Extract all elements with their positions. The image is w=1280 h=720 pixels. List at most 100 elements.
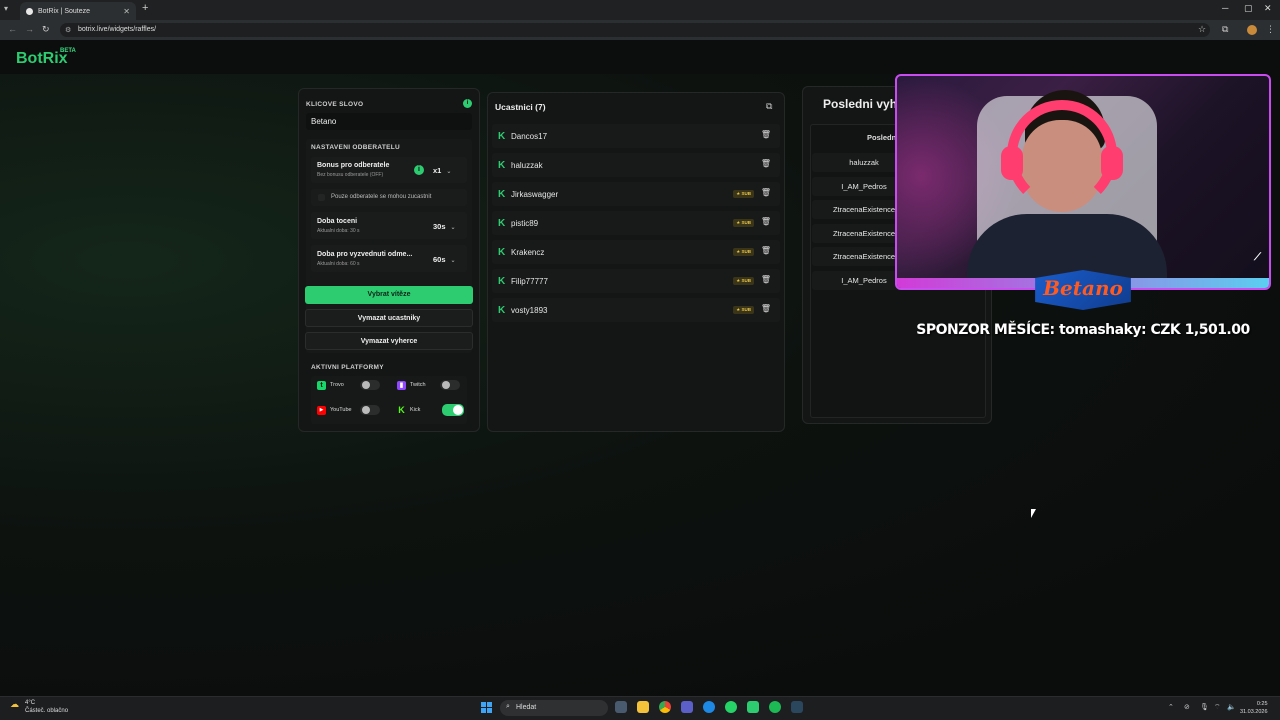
keyword-input[interactable]: Betano — [306, 113, 472, 130]
weather-temp: 4°C — [25, 700, 36, 706]
spin-time-title: Doba toceni — [317, 218, 358, 225]
wifi-icon[interactable]: ⌔ — [1214, 703, 1221, 712]
edge-icon[interactable] — [703, 701, 715, 713]
url-field[interactable]: ⚙ botrix.live/widgets/raffles/ — [60, 23, 1210, 37]
reload-icon[interactable]: ↻ — [42, 24, 50, 35]
sub-badge: ★ SUB — [733, 277, 754, 285]
profile-avatar[interactable] — [1247, 25, 1257, 35]
platform-twitch-label: Twitch — [410, 382, 426, 388]
new-tab-button[interactable]: + — [142, 2, 148, 14]
sub-badge: ★ SUB — [733, 219, 754, 227]
volume-icon[interactable]: 🔈 — [1227, 703, 1236, 711]
overlay-corner-logo: ⟋ — [1254, 252, 1261, 263]
pick-winner-button[interactable]: Vybrat vítěze — [305, 286, 473, 304]
site-header — [0, 40, 1280, 74]
kick-icon: K — [498, 218, 506, 229]
kick-icon: K — [498, 276, 506, 287]
kick-icon: K — [498, 305, 506, 316]
whatsapp-icon[interactable] — [725, 701, 737, 713]
mic-icon[interactable]: 🎙 — [1200, 703, 1209, 711]
bonus-subtitle: Bez bonusu odberatele (OFF) — [317, 172, 384, 178]
search-placeholder: Hledat — [516, 704, 537, 711]
close-window-button[interactable]: ✕ — [1264, 3, 1272, 14]
spin-time-value: 30s — [433, 222, 446, 231]
taskbar-search[interactable]: ⌕ Hledat — [500, 700, 608, 716]
chrome-icon[interactable] — [659, 701, 671, 713]
youtube-toggle[interactable] — [360, 405, 380, 415]
network-off-icon[interactable]: ⊘ — [1184, 703, 1190, 711]
chevron-down-icon: ⌄ — [450, 225, 456, 231]
minimize-button[interactable]: ─ — [1222, 3, 1228, 13]
claim-time-select[interactable]: 60s ⌄ — [433, 255, 456, 264]
search-icon: ⌕ — [506, 703, 510, 710]
participant-name: pistic89 — [511, 219, 539, 228]
system-clock[interactable]: 0:25 31.03.2026 — [1240, 700, 1268, 716]
claim-time-title: Doba pro vyzvednuti odme... — [317, 251, 413, 258]
bookmark-star-icon[interactable]: ☆ — [1198, 24, 1206, 35]
site-info-icon[interactable]: ⚙ — [65, 26, 71, 34]
webcam-overlay: ⟋ — [895, 74, 1271, 290]
browser-tab[interactable]: BotRix | Souteze ✕ — [20, 2, 136, 20]
participant-row: K vosty1893 ★ SUB 🗑 — [492, 298, 780, 322]
sub-badge: ★ SUB — [733, 306, 754, 314]
maximize-button[interactable]: ▢ — [1244, 3, 1253, 14]
start-button[interactable] — [481, 702, 492, 713]
back-icon[interactable]: ← — [8, 24, 17, 34]
bonus-select-value: x1 — [433, 166, 442, 175]
participants-title: Ucastnici (7) — [495, 102, 546, 112]
tray-chevron-icon[interactable]: ⌃ — [1168, 703, 1174, 711]
weather-desc: Částeč. oblačno — [25, 708, 69, 714]
participant-row: K haluzzak 🗑 — [492, 153, 780, 177]
toggle-knob — [453, 405, 463, 415]
participant-row: K Dancos17 🗑 — [492, 124, 780, 148]
trash-icon[interactable]: 🗑 — [761, 188, 771, 197]
participant-row: K Filip77777 ★ SUB 🗑 — [492, 269, 780, 293]
participant-name: Krakencz — [511, 248, 545, 257]
twitch-toggle[interactable] — [440, 380, 460, 390]
forward-icon[interactable]: → — [25, 24, 34, 34]
headphone-left — [1001, 146, 1023, 180]
trash-icon[interactable]: 🗑 — [761, 304, 771, 313]
spin-time-select[interactable]: 30s ⌄ — [433, 222, 456, 231]
bonus-select[interactable]: x1 ⌄ — [433, 166, 451, 175]
spotify-icon[interactable] — [769, 701, 781, 713]
task-view-icon[interactable] — [615, 701, 627, 713]
youtube-icon: ▶ — [317, 405, 326, 415]
kick-icon: K — [498, 160, 506, 171]
clock-date: 31.03.2026 — [1240, 709, 1268, 715]
kick-toggle[interactable] — [442, 404, 464, 416]
chevron-down-icon: ⌄ — [450, 258, 456, 264]
trash-icon[interactable]: 🗑 — [761, 217, 771, 226]
kick-icon: K — [498, 131, 506, 142]
tab-close-icon[interactable]: ✕ — [123, 7, 130, 16]
headphone-right — [1101, 146, 1123, 180]
steam-icon[interactable] — [791, 701, 803, 713]
trovo-icon: t — [317, 380, 326, 390]
trash-icon[interactable]: 🗑 — [761, 159, 771, 168]
sub-badge: ★ SUB — [733, 248, 754, 256]
clear-participants-button[interactable]: Vymazat ucastniky — [305, 309, 473, 327]
bonus-info-icon[interactable]: i — [414, 165, 424, 175]
participant-row: K pistic89 ★ SUB 🗑 — [492, 211, 780, 235]
green-app-icon[interactable] — [747, 701, 759, 713]
mouse-cursor — [1031, 509, 1036, 518]
tab-list-icon[interactable]: ▾ — [4, 4, 8, 13]
trovo-toggle[interactable] — [360, 380, 380, 390]
keyword-info-icon[interactable]: i — [463, 99, 472, 108]
subs-only-checkbox[interactable] — [318, 194, 325, 201]
trash-icon[interactable]: 🗑 — [761, 130, 771, 139]
browser-menu-icon[interactable]: ⋮ — [1266, 24, 1275, 35]
bonus-title: Bonus pro odberatele — [317, 162, 390, 169]
browser-tab-bar — [0, 0, 1280, 20]
clear-winners-button[interactable]: Vymazat vyherce — [305, 332, 473, 350]
trash-icon[interactable]: 🗑 — [761, 275, 771, 284]
subs-only-label: Pouze odberatele se mohou zucastnit — [331, 194, 432, 200]
copy-icon[interactable]: ⧉ — [766, 101, 772, 112]
trash-icon[interactable]: 🗑 — [761, 246, 771, 255]
favicon-icon — [26, 7, 33, 15]
toggle-knob — [362, 381, 370, 389]
teams-icon[interactable] — [681, 701, 693, 713]
beta-badge: BETA — [60, 48, 76, 54]
extensions-icon[interactable]: ⧉ — [1222, 24, 1228, 35]
file-explorer-icon[interactable] — [637, 701, 649, 713]
